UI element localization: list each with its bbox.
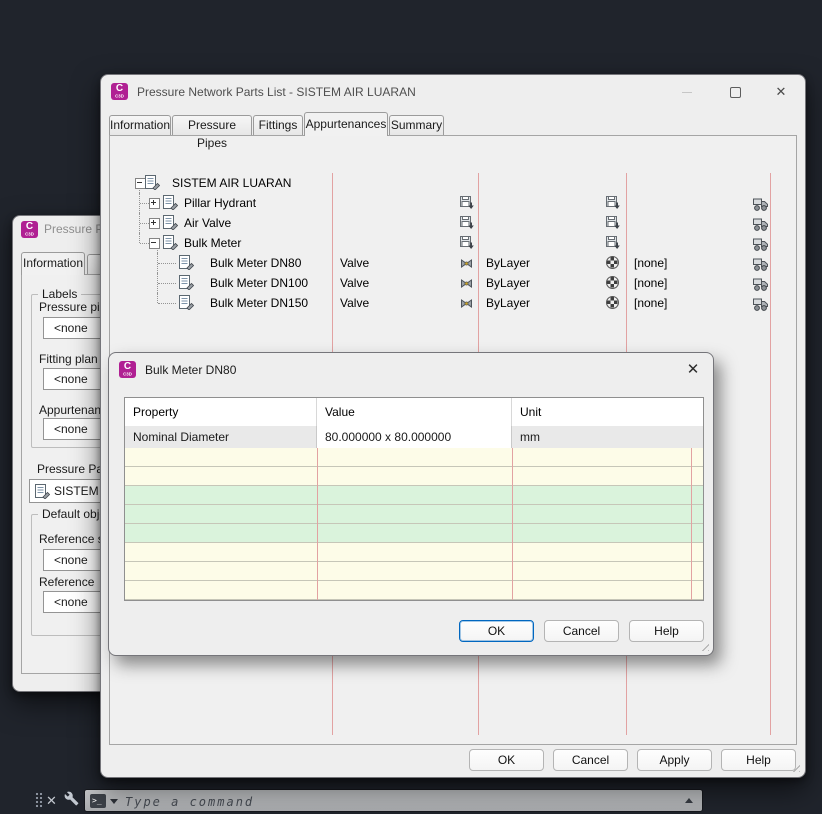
- empty-row[interactable]: [125, 467, 703, 486]
- valve-icon: [460, 296, 473, 316]
- property-value-cell[interactable]: 80.000000 x 80.000000: [317, 426, 512, 448]
- render-material-picker-icon[interactable]: [606, 196, 620, 216]
- civil3d-logo-icon: C C3D: [111, 83, 128, 100]
- labels-group-title: Labels: [38, 287, 82, 301]
- maximize-button[interactable]: [721, 81, 749, 103]
- application-window: C C3D Pressure Pi Information La Labels …: [0, 0, 822, 814]
- property-unit-cell: mm: [512, 426, 703, 448]
- apply-button[interactable]: Apply: [637, 749, 712, 771]
- empty-row[interactable]: [125, 505, 703, 524]
- close-icon: ✕: [686, 361, 700, 378]
- empty-row[interactable]: [125, 448, 703, 467]
- civil3d-logo-icon: C C3D: [119, 361, 136, 378]
- minimize-icon: [682, 92, 692, 93]
- customize-wrench-icon[interactable]: [64, 791, 79, 809]
- parts-list-icon: [162, 195, 179, 216]
- tree-expand-toggle[interactable]: [149, 218, 160, 229]
- pressure-pipe-label: Pressure pi: [39, 300, 100, 314]
- fitting-plan-label: Fitting plan: [39, 352, 98, 366]
- valve-icon: [460, 256, 473, 276]
- pay-item-icon[interactable]: [752, 217, 769, 237]
- reference-surface-label: Reference s: [39, 532, 104, 546]
- ok-button[interactable]: OK: [469, 749, 544, 771]
- grid-line: [770, 173, 771, 735]
- parts-list-icon: [162, 235, 179, 256]
- tab-fittings[interactable]: Fittings: [253, 115, 303, 135]
- valve-icon: [460, 276, 473, 296]
- style-picker-icon[interactable]: [460, 216, 474, 236]
- parts-list-icon: [178, 255, 195, 276]
- dialog-title: Pressure Network Parts List - SISTEM AIR…: [137, 85, 416, 99]
- bulk-meter-dn80-dialog: C C3D Bulk Meter DN80 ✕ Property Value U…: [108, 352, 714, 656]
- parts-list-icon: [178, 275, 195, 296]
- help-button[interactable]: Help: [629, 620, 704, 642]
- civil3d-logo-icon: C C3D: [21, 221, 38, 238]
- pay-item-icon[interactable]: [752, 197, 769, 217]
- pressure-parts-list-label: Pressure Par: [37, 462, 108, 476]
- empty-row[interactable]: [125, 486, 703, 505]
- parts-list-icon: [144, 175, 161, 196]
- empty-row[interactable]: [125, 543, 703, 562]
- help-button[interactable]: Help: [721, 749, 796, 771]
- parts-list-icon: [178, 295, 195, 316]
- pay-item-icon[interactable]: [752, 257, 769, 277]
- reference-alignment-label: Reference: [39, 575, 95, 589]
- render-material-picker-icon[interactable]: [606, 236, 620, 256]
- cancel-button[interactable]: Cancel: [544, 620, 619, 642]
- style-picker-icon[interactable]: [460, 236, 474, 256]
- tree-expand-toggle[interactable]: [149, 198, 160, 209]
- empty-row[interactable]: [125, 562, 703, 581]
- tab-pressure-pipes[interactable]: Pressure Pipes: [172, 115, 252, 150]
- tree-collapse-toggle[interactable]: [149, 238, 160, 249]
- tab-summary[interactable]: Summary: [389, 115, 444, 135]
- column-header-unit[interactable]: Unit: [512, 398, 703, 426]
- empty-row[interactable]: [125, 581, 703, 600]
- command-line-bar[interactable]: >_: [84, 789, 703, 813]
- command-prompt-icon[interactable]: >_: [90, 794, 106, 808]
- parts-list-icon: [34, 484, 51, 502]
- grid-line: [317, 448, 318, 600]
- close-button[interactable]: ✕: [683, 360, 703, 380]
- tab-information[interactable]: Information: [21, 252, 85, 275]
- property-name-cell: Nominal Diameter: [125, 426, 317, 448]
- pay-item-icon[interactable]: [752, 277, 769, 297]
- tab-appurtenances[interactable]: Appurtenances: [304, 112, 388, 136]
- pay-item-icon[interactable]: [752, 237, 769, 257]
- empty-row[interactable]: [125, 524, 703, 543]
- column-header-value[interactable]: Value: [317, 398, 512, 426]
- command-palette-drag-handle[interactable]: [35, 792, 43, 809]
- grid-line: [691, 448, 692, 600]
- render-material-sphere-icon: [606, 256, 619, 269]
- maximize-icon: [730, 87, 741, 98]
- parts-list-icon: [162, 215, 179, 236]
- grid-line: [512, 448, 513, 600]
- close-command-palette-icon[interactable]: ✕: [46, 792, 57, 809]
- command-options-caret-icon[interactable]: [110, 799, 118, 804]
- appurtenance-label: Appurtenan: [39, 403, 102, 417]
- render-material-picker-icon[interactable]: [606, 216, 620, 236]
- column-header-property[interactable]: Property: [125, 398, 317, 426]
- property-row[interactable]: Nominal Diameter 80.000000 x 80.000000 m…: [125, 426, 703, 449]
- minimize-button[interactable]: [673, 81, 701, 103]
- dialog-title: Bulk Meter DN80: [145, 363, 237, 377]
- render-material-sphere-icon: [606, 276, 619, 289]
- cancel-button[interactable]: Cancel: [553, 749, 628, 771]
- table-header: Property Value Unit: [125, 398, 703, 427]
- style-picker-icon[interactable]: [460, 196, 474, 216]
- render-material-sphere-icon: [606, 296, 619, 309]
- ok-button[interactable]: OK: [459, 620, 534, 642]
- expand-history-caret-icon[interactable]: [685, 798, 693, 803]
- close-icon: ✕: [775, 84, 787, 99]
- properties-table: Property Value Unit Nominal Diameter 80.…: [124, 397, 704, 601]
- close-button[interactable]: ✕: [767, 81, 795, 103]
- dialog-title: Pressure Pi: [44, 222, 107, 236]
- command-input[interactable]: [123, 790, 667, 813]
- tab-information[interactable]: Information: [109, 115, 171, 135]
- pay-item-icon[interactable]: [752, 297, 769, 317]
